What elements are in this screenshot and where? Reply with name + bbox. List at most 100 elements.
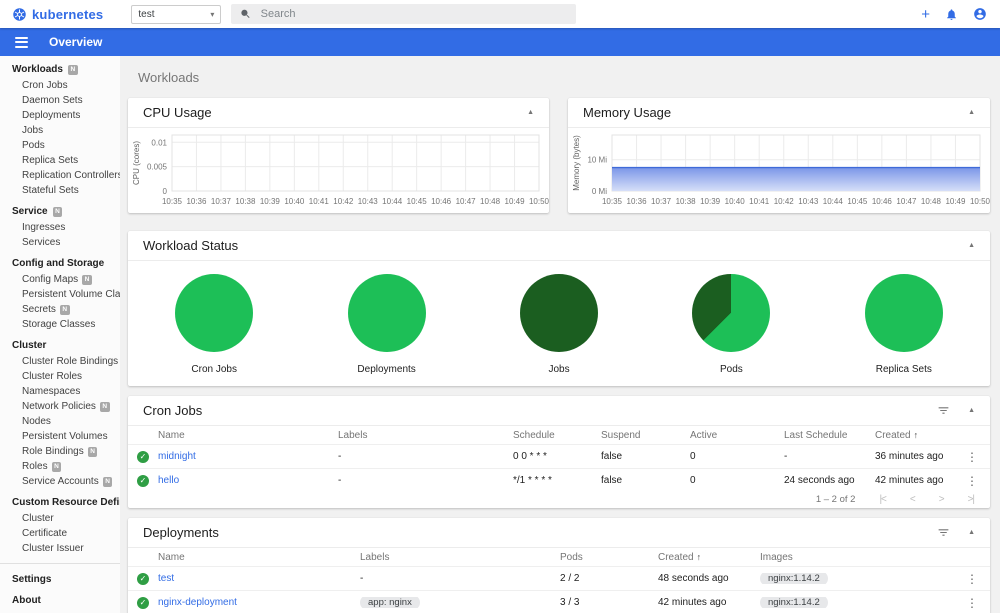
- table-row[interactable]: ✓ midnight - 0 0 * * * false 0 - 36 minutes ago…: [128, 444, 990, 468]
- svg-text:10:36: 10:36: [627, 197, 648, 206]
- sidebar-section-custom-resource-definitions[interactable]: Custom Resource Definitions: [0, 489, 120, 511]
- column-header-created[interactable]: Created ↑: [875, 430, 954, 441]
- last-page-button[interactable]: >|: [968, 494, 976, 505]
- sidebar-item-services[interactable]: Services: [0, 235, 120, 250]
- cell-value: 3 / 3: [560, 597, 580, 608]
- resource-link[interactable]: midnight: [158, 451, 196, 462]
- kebab-menu-icon: ⋮: [966, 449, 978, 464]
- sidebar-section-cluster[interactable]: Cluster: [0, 332, 120, 354]
- sidebar-item-label: Network Policies: [22, 401, 96, 412]
- column-header-name[interactable]: Name: [158, 552, 360, 563]
- sidebar-item-persistent-volume-claims[interactable]: Persistent Volume ClaimsN: [0, 287, 120, 302]
- sidebar-item-label: Replication Controllers: [22, 170, 120, 181]
- sidebar-item-pods[interactable]: Pods: [0, 138, 120, 153]
- column-header-active[interactable]: Active: [690, 430, 784, 441]
- sidebar-item-settings[interactable]: Settings: [0, 569, 120, 590]
- sidebar-item-about[interactable]: About: [0, 590, 120, 611]
- sidebar-divider: [0, 563, 120, 564]
- sidebar-section-label: Cluster: [12, 340, 47, 351]
- next-page-button[interactable]: >: [939, 494, 945, 505]
- sidebar-item-cron-jobs[interactable]: Cron Jobs: [0, 78, 120, 93]
- sidebar-item-cluster-role-bindings[interactable]: Cluster Role Bindings: [0, 354, 120, 369]
- sidebar-item-config-maps[interactable]: Config Maps N: [0, 272, 120, 287]
- column-label: Suspend: [601, 429, 641, 441]
- sidebar-section-workloads[interactable]: Workloads N: [0, 56, 120, 78]
- column-header-name[interactable]: Name: [158, 430, 338, 441]
- svg-text:10:37: 10:37: [651, 197, 672, 206]
- resource-link[interactable]: test: [158, 573, 174, 584]
- sidebar-item-namespaces[interactable]: Namespaces: [0, 384, 120, 399]
- svg-text:10 Mi: 10 Mi: [587, 156, 607, 165]
- column-header-suspend[interactable]: Suspend: [601, 430, 690, 441]
- card-title: Deployments: [143, 525, 219, 540]
- column-header-created[interactable]: Created ↑: [658, 552, 760, 563]
- sidebar-item-deployments[interactable]: Deployments: [0, 108, 120, 123]
- row-menu[interactable]: ⋮: [954, 572, 990, 586]
- namespace-selector[interactable]: test ▾: [131, 4, 222, 24]
- column-header-schedule[interactable]: Schedule: [513, 430, 601, 441]
- sidebar-item-label: Cluster: [22, 513, 54, 524]
- namespaced-badge: N: [51, 461, 62, 472]
- resource-link[interactable]: hello: [158, 475, 179, 486]
- sidebar-item-role-bindings[interactable]: Role Bindings N: [0, 444, 120, 459]
- column-header-images[interactable]: Images: [760, 552, 954, 563]
- search-input[interactable]: [260, 8, 568, 20]
- sidebar-item-ingresses[interactable]: Ingresses: [0, 220, 120, 235]
- sidebar-item-stateful-sets[interactable]: Stateful Sets: [0, 183, 120, 198]
- sidebar-item-cluster-roles[interactable]: Cluster Roles: [0, 369, 120, 384]
- column-header-pods[interactable]: Pods: [560, 552, 658, 563]
- sidebar-item-secrets[interactable]: Secrets N: [0, 302, 120, 317]
- cell-active: 0: [690, 451, 784, 462]
- column-header-labels[interactable]: Labels: [338, 430, 513, 441]
- sidebar-item-label: Ingresses: [22, 222, 66, 233]
- create-resource-icon[interactable]: +: [921, 7, 930, 22]
- row-menu[interactable]: ⋮: [954, 596, 990, 610]
- row-menu[interactable]: ⋮: [954, 450, 990, 464]
- previous-page-button[interactable]: <: [910, 494, 916, 505]
- account-icon[interactable]: [973, 7, 987, 21]
- collapse-icon[interactable]: ▲: [968, 109, 975, 116]
- sidebar-item-daemon-sets[interactable]: Daemon Sets: [0, 93, 120, 108]
- filter-icon[interactable]: [937, 526, 950, 539]
- sidebar-item-nodes[interactable]: Nodes: [0, 414, 120, 429]
- sidebar-item-certificate[interactable]: Certificate: [0, 526, 120, 541]
- sidebar-item-label: Cron Jobs: [22, 80, 68, 91]
- sidebar-section-config-and-storage[interactable]: Config and Storage: [0, 250, 120, 272]
- first-page-button[interactable]: |<: [879, 494, 887, 505]
- resource-link[interactable]: nginx-deployment: [158, 597, 237, 608]
- column-header-last-schedule[interactable]: Last Schedule: [784, 430, 875, 441]
- kubernetes-logo[interactable]: kubernetes: [0, 7, 103, 22]
- filter-icon[interactable]: [937, 404, 950, 417]
- collapse-icon[interactable]: ▲: [527, 109, 534, 116]
- collapse-icon[interactable]: ▲: [968, 242, 975, 249]
- search-bar[interactable]: [231, 4, 577, 24]
- sidebar-item-persistent-volumes[interactable]: Persistent Volumes: [0, 429, 120, 444]
- collapse-icon[interactable]: ▲: [968, 407, 975, 414]
- hamburger-menu-icon[interactable]: [15, 34, 28, 50]
- sidebar-item-label: Deployments: [22, 110, 81, 121]
- status-cell: ✓: [128, 596, 158, 609]
- table-row[interactable]: ✓ test - 2 / 2 48 seconds ago nginx:1.14.2 ⋮: [128, 566, 990, 590]
- sidebar-section-service[interactable]: Service N: [0, 198, 120, 220]
- sidebar-item-jobs[interactable]: Jobs: [0, 123, 120, 138]
- sidebar-item-cluster-issuer[interactable]: Cluster Issuer: [0, 541, 120, 556]
- svg-text:10:43: 10:43: [358, 197, 379, 206]
- cell-value: false: [601, 451, 623, 462]
- sidebar-item-roles[interactable]: Roles N: [0, 459, 120, 474]
- svg-text:10:46: 10:46: [431, 197, 452, 206]
- pie-chart-pods: [692, 274, 771, 352]
- sidebar-item-storage-classes[interactable]: Storage Classes: [0, 317, 120, 332]
- notifications-icon[interactable]: [945, 8, 958, 21]
- sidebar-item-replication-controllers[interactable]: Replication Controllers: [0, 168, 120, 183]
- sidebar-item-network-policies[interactable]: Network Policies N: [0, 399, 120, 414]
- row-menu[interactable]: ⋮: [954, 474, 990, 488]
- sidebar-item-cluster[interactable]: Cluster: [0, 511, 120, 526]
- sidebar-item-service-accounts[interactable]: Service Accounts N: [0, 474, 120, 489]
- cell-created: 42 minutes ago: [875, 475, 954, 486]
- table-row[interactable]: ✓ hello - */1 * * * * false 0 24 seconds ago 42…: [128, 468, 990, 492]
- sidebar-item-replica-sets[interactable]: Replica Sets: [0, 153, 120, 168]
- table-row[interactable]: ✓ nginx-deployment app: nginx 3 / 3 42 minut…: [128, 590, 990, 613]
- column-header-labels[interactable]: Labels: [360, 552, 560, 563]
- success-status-icon: ✓: [137, 450, 149, 463]
- collapse-icon[interactable]: ▲: [968, 529, 975, 536]
